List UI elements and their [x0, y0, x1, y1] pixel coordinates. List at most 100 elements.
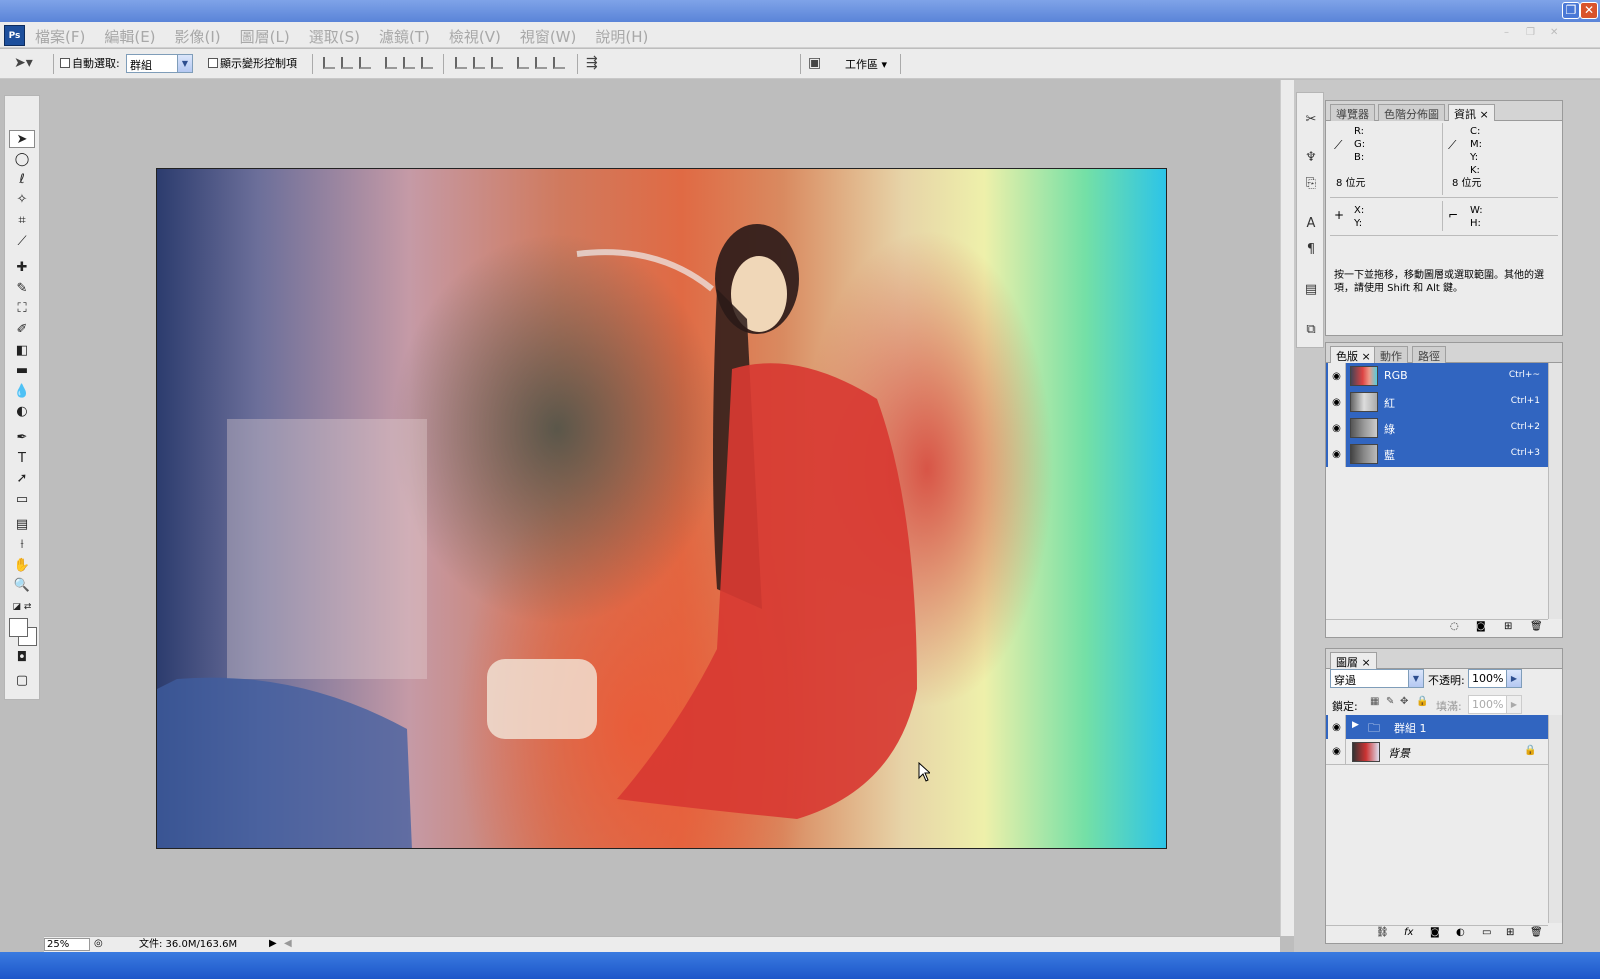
lasso-tool-icon[interactable]: ℓ — [9, 171, 35, 189]
photoshop-logo-icon[interactable]: Ps — [4, 25, 25, 46]
visibility-eye-icon[interactable]: ◉ — [1328, 389, 1346, 415]
blur-tool-icon[interactable]: 💧 — [9, 383, 35, 401]
visibility-eye-icon[interactable]: ◉ — [1328, 715, 1346, 739]
eraser-tool-icon[interactable]: ◧ — [9, 342, 35, 360]
history-icon[interactable]: ⧉ — [1302, 321, 1320, 339]
restore-window-button[interactable]: ❐ — [1562, 2, 1580, 19]
clone-stamp-tool-icon[interactable]: ⛶ — [9, 300, 35, 318]
align-left-icon[interactable] — [385, 57, 397, 69]
auto-select-checkbox[interactable] — [60, 58, 70, 68]
paragraph-icon[interactable]: ¶ — [1302, 241, 1320, 259]
distribute-right-icon[interactable] — [553, 57, 565, 69]
channel-row-rgb[interactable]: ◉ RGB Ctrl+~ — [1326, 363, 1548, 389]
notes-tool-icon[interactable]: ▤ — [9, 516, 35, 534]
canvas-vertical-scrollbar[interactable] — [1280, 80, 1294, 936]
lock-position-icon[interactable]: ✥ — [1400, 696, 1408, 707]
show-transform-checkbox[interactable] — [208, 58, 218, 68]
lock-image-icon[interactable]: ✎ — [1386, 696, 1394, 707]
save-selection-icon[interactable]: ◙ — [1476, 621, 1486, 632]
document-photo[interactable] — [156, 168, 1167, 849]
opacity-arrow-icon[interactable]: ▶ — [1506, 670, 1521, 687]
lock-transparent-icon[interactable]: ▦ — [1370, 696, 1379, 707]
new-layer-icon[interactable]: ⊞ — [1506, 927, 1514, 938]
slice-tool-icon[interactable]: ⟋ — [9, 233, 35, 251]
menu-layer[interactable]: 圖層(L) — [240, 26, 290, 47]
eyedropper-tool-icon[interactable]: ⟊ — [9, 536, 35, 554]
layer-row-background[interactable]: ◉ 背景 🔒 — [1326, 739, 1548, 765]
fill-field[interactable]: 100% ▶ — [1468, 695, 1522, 714]
character-icon[interactable]: A — [1302, 215, 1320, 233]
new-channel-icon[interactable]: ⊞ — [1504, 621, 1512, 632]
layer-style-icon[interactable]: fx — [1404, 927, 1413, 938]
brushes-icon[interactable]: ♆ — [1302, 149, 1320, 167]
distribute-left-icon[interactable] — [517, 57, 529, 69]
tab-info[interactable]: 資訊 × — [1448, 104, 1495, 121]
status-menu-arrow-icon[interactable]: ▶ — [269, 938, 277, 949]
show-transform-option[interactable]: 顯示變形控制項 — [208, 55, 297, 71]
crop-tool-icon[interactable]: ⌗ — [9, 212, 35, 230]
clone-source-icon[interactable]: ⎘ — [1302, 175, 1320, 193]
tab-histogram[interactable]: 色階分佈圖 — [1378, 104, 1445, 121]
history-brush-tool-icon[interactable]: ✐ — [9, 321, 35, 339]
tab-paths[interactable]: 路徑 — [1412, 346, 1446, 363]
menu-select[interactable]: 選取(S) — [309, 26, 360, 47]
elliptical-marquee-tool-icon[interactable]: ◯ — [9, 151, 35, 169]
path-selection-tool-icon[interactable]: ➚ — [9, 470, 35, 488]
layers-scrollbar[interactable] — [1548, 715, 1562, 923]
align-vcenter-icon[interactable] — [341, 57, 353, 69]
auto-select-option[interactable]: 自動選取: — [60, 55, 120, 71]
expand-triangle-icon[interactable]: ▶ — [1352, 720, 1359, 730]
dodge-tool-icon[interactable]: ◐ — [9, 403, 35, 421]
visibility-eye-icon[interactable]: ◉ — [1328, 363, 1346, 389]
scroll-left-icon[interactable]: ◀ — [284, 938, 292, 949]
visibility-eye-icon[interactable]: ◉ — [1328, 415, 1346, 441]
quick-mask-icon[interactable]: ◘ — [9, 649, 35, 667]
pen-tool-icon[interactable]: ✒ — [9, 429, 35, 447]
zoom-level-field[interactable]: 25% — [44, 938, 90, 951]
gradient-tool-icon[interactable]: ▬ — [9, 362, 35, 380]
channel-row-green[interactable]: ◉ 綠 Ctrl+2 — [1326, 415, 1548, 441]
auto-align-layers-icon[interactable]: ⇶ — [586, 55, 598, 71]
menu-window[interactable]: 視窗(W) — [520, 26, 577, 47]
menu-image[interactable]: 影像(I) — [175, 26, 221, 47]
workspace-menu[interactable]: 工作區 ▾ — [845, 56, 887, 72]
doc-close-icon[interactable]: ✕ — [1550, 27, 1558, 38]
magic-wand-tool-icon[interactable]: ✧ — [9, 191, 35, 209]
distribute-vcenter-icon[interactable] — [473, 57, 485, 69]
align-hcenter-icon[interactable] — [403, 57, 415, 69]
swap-colors-icon[interactable]: ◪ ⇄ — [9, 598, 35, 616]
visibility-eye-icon[interactable]: ◉ — [1328, 739, 1346, 764]
lock-all-icon[interactable]: 🔒 — [1416, 696, 1428, 707]
link-layers-icon[interactable]: ⛓ — [1376, 927, 1389, 938]
layer-row-group-1[interactable]: ◉ ▶ 🗀 群組 1 — [1326, 715, 1548, 739]
rectangle-tool-icon[interactable]: ▭ — [9, 491, 35, 509]
layer-mask-icon[interactable]: ◙ — [1430, 927, 1440, 938]
align-bottom-icon[interactable] — [359, 57, 371, 69]
menu-filter[interactable]: 濾鏡(T) — [379, 26, 430, 47]
opacity-field[interactable]: 100% ▶ — [1468, 669, 1522, 688]
healing-brush-tool-icon[interactable]: ✚ — [9, 259, 35, 277]
layer-comps-icon[interactable]: ▤ — [1302, 281, 1320, 299]
align-top-icon[interactable] — [323, 57, 335, 69]
load-selection-icon[interactable]: ◌ — [1450, 621, 1459, 632]
tab-layers[interactable]: 圖層 × — [1330, 652, 1377, 669]
distribute-hcenter-icon[interactable] — [535, 57, 547, 69]
status-options-icon[interactable]: ◎ — [94, 938, 103, 949]
channel-row-blue[interactable]: ◉ 藍 Ctrl+3 — [1326, 441, 1548, 467]
tool-presets-icon[interactable]: ✂ — [1302, 111, 1320, 129]
adjustment-layer-icon[interactable]: ◐ — [1456, 927, 1465, 938]
doc-restore-icon[interactable]: ❐ — [1526, 27, 1535, 38]
tab-actions[interactable]: 動作 — [1374, 346, 1408, 363]
fill-arrow-icon[interactable]: ▶ — [1506, 696, 1521, 713]
delete-channel-icon[interactable]: 🗑 — [1530, 621, 1543, 632]
screen-mode-icon[interactable]: ▢ — [9, 672, 35, 690]
new-group-icon[interactable]: ▭ — [1482, 927, 1491, 938]
tab-navigator[interactable]: 導覽器 — [1330, 104, 1375, 121]
menu-help[interactable]: 說明(H) — [595, 26, 648, 47]
brush-tool-icon[interactable]: ✎ — [9, 280, 35, 298]
close-window-button[interactable]: ✕ — [1580, 2, 1598, 19]
distribute-top-icon[interactable] — [455, 57, 467, 69]
menu-file[interactable]: 檔案(F) — [35, 26, 85, 47]
hand-tool-icon[interactable]: ✋ — [9, 557, 35, 575]
auto-select-dropdown[interactable]: 群組 ▼ — [126, 54, 193, 73]
